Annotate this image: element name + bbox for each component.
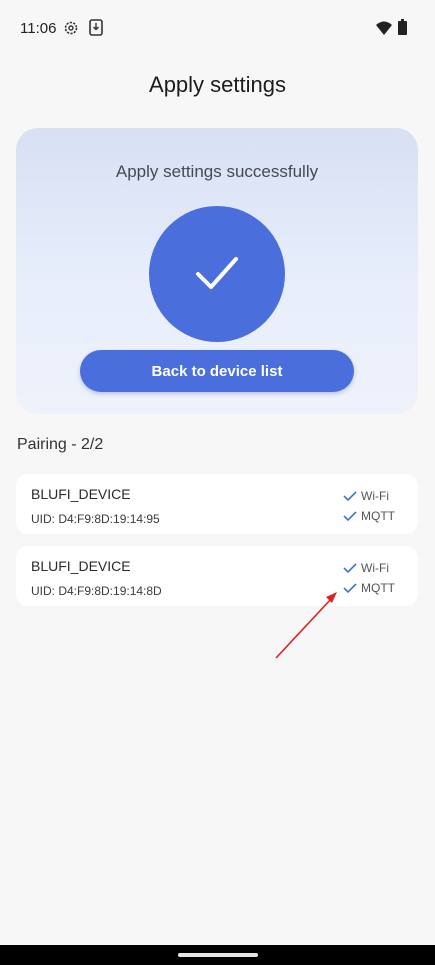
success-message: Apply settings successfully [115, 162, 319, 181]
wifi-status-label: Wi-Fi [361, 561, 389, 575]
page-title: Apply settings [149, 72, 286, 97]
back-to-device-list-button[interactable]: Back to device list [80, 350, 354, 392]
status-bar: 11:06 [0, 0, 435, 56]
device-uid: UID: D4:F9:8D:19:14:8D [31, 584, 162, 598]
battery-icon [398, 19, 407, 35]
device-card[interactable]: BLUFI_DEVICE UID: D4:F9:8D:19:14:95 Wi-F… [16, 474, 418, 534]
home-gesture-handle[interactable] [178, 953, 258, 957]
pairing-progress-label: Pairing - 2/2 [17, 436, 104, 453]
check-icon [343, 511, 357, 522]
device-uid: UID: D4:F9:8D:19:14:95 [31, 512, 160, 526]
mqtt-status-label: MQTT [361, 509, 395, 523]
download-icon [89, 19, 103, 36]
check-icon [343, 583, 357, 594]
result-card: Apply settings successfully Back to devi… [16, 128, 418, 414]
wifi-status: Wi-Fi [343, 560, 389, 576]
device-name: BLUFI_DEVICE [31, 486, 131, 502]
device-card[interactable]: BLUFI_DEVICE UID: D4:F9:8D:19:14:8D Wi-F… [16, 546, 418, 606]
mqtt-status: MQTT [343, 508, 395, 524]
wifi-status: Wi-Fi [343, 488, 389, 504]
check-icon [343, 491, 357, 502]
gear-icon [64, 21, 78, 35]
wifi-status-label: Wi-Fi [361, 489, 389, 503]
navigation-bar [0, 945, 435, 965]
mqtt-status-label: MQTT [361, 581, 395, 595]
device-name: BLUFI_DEVICE [31, 558, 131, 574]
status-time: 11:06 [20, 20, 57, 37]
check-icon [343, 563, 357, 574]
checkmark-icon [196, 257, 238, 289]
wifi-icon [376, 21, 392, 35]
mqtt-status: MQTT [343, 580, 395, 596]
success-circle [149, 206, 285, 342]
